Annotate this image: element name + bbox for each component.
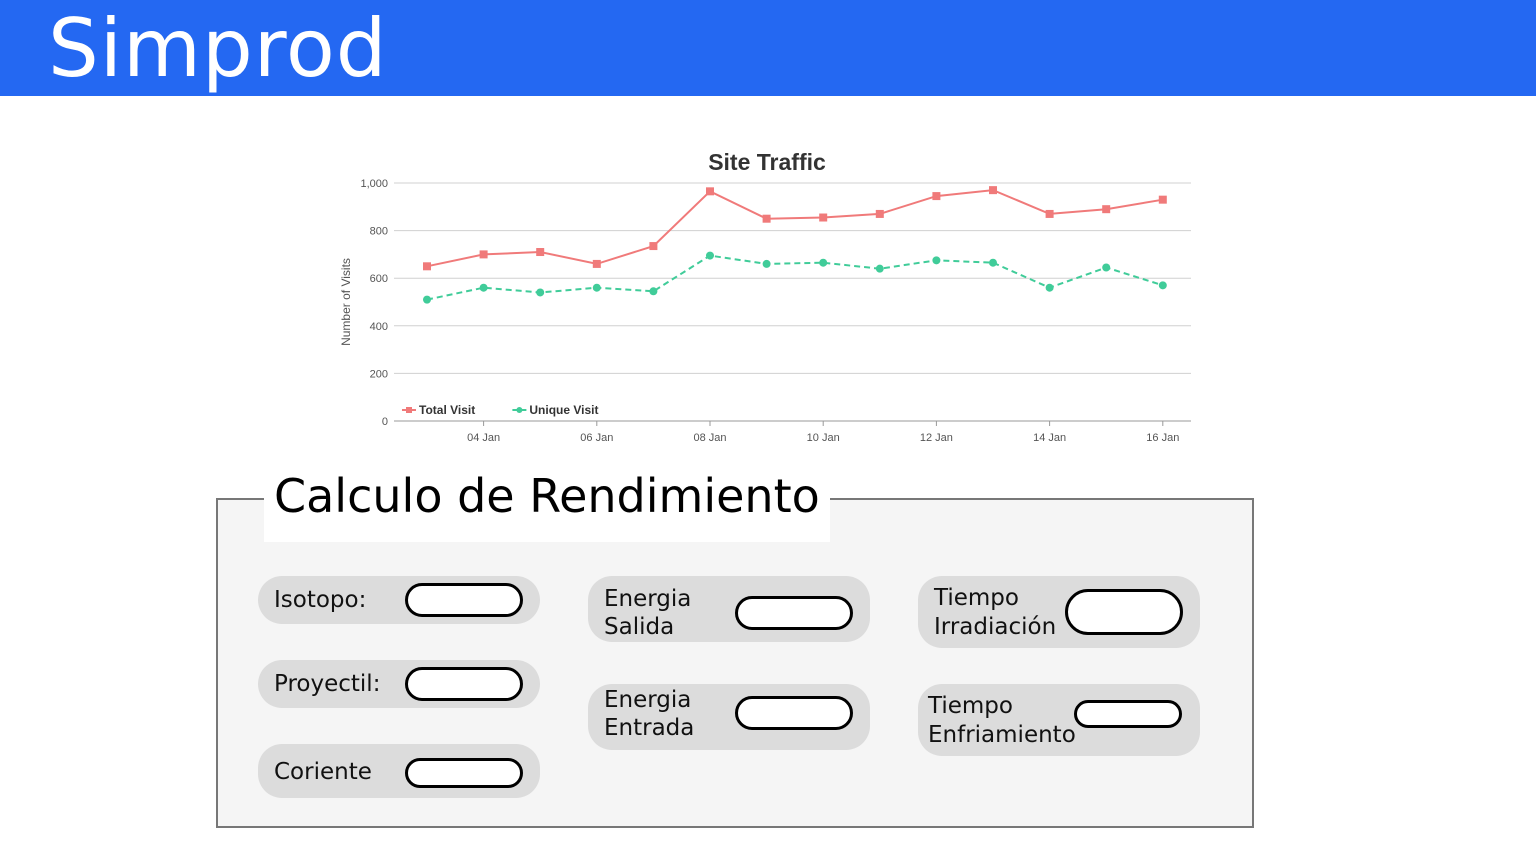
data-point [706, 251, 714, 260]
energia-salida-label-line1: Energia [604, 586, 692, 612]
data-point [479, 283, 488, 292]
data-point [875, 209, 884, 218]
y-tick-label: 400 [370, 321, 388, 333]
tiempo-irradiacion-label-line2: Irradiación [934, 614, 1057, 640]
energia-entrada-label-line1: Energia [604, 687, 692, 713]
data-point [989, 186, 997, 195]
isotopo-field: Isotopo: [258, 576, 540, 624]
proyectil-label: Proyectil: [274, 671, 381, 697]
tiempo-enfriamiento-input[interactable] [1074, 700, 1182, 728]
isotopo-label: Isotopo: [274, 587, 367, 613]
chart-y-axis-label: Number of Visits [339, 258, 353, 346]
data-point [1158, 195, 1167, 204]
y-tick-label: 1,000 [360, 178, 388, 190]
x-tick-label: 10 Jan [807, 432, 840, 444]
proyectil-field: Proyectil: [258, 660, 540, 708]
site-traffic-chart: Site Traffic Number of Visits 0 200 400 600… [330, 140, 1210, 460]
isotopo-input[interactable] [405, 583, 523, 617]
app-title: Simprod [48, 2, 388, 95]
tiempo-irradiacion-input[interactable] [1065, 589, 1183, 635]
energia-salida-label-line2: Salida [604, 614, 675, 640]
data-point [649, 242, 658, 251]
y-tick-label: 0 [382, 416, 388, 428]
energia-entrada-field: Energia Entrada [588, 684, 870, 750]
energia-entrada-label-line2: Entrada [604, 715, 695, 741]
energia-salida-field: Energia Salida [588, 576, 870, 642]
tiempo-irradiacion-label-line1: Tiempo [934, 585, 1019, 611]
data-point [762, 259, 771, 268]
tiempo-enfriamiento-label-line1: Tiempo [928, 693, 1013, 719]
legend-item[interactable]: Unique Visit [529, 403, 598, 417]
data-point [706, 187, 714, 196]
y-tick-label: 200 [370, 368, 388, 380]
tiempo-enfriamiento-label-line2: Enfriamiento [928, 722, 1076, 748]
data-point [1102, 205, 1111, 214]
data-point [423, 295, 431, 304]
x-tick-label: 14 Jan [1033, 432, 1066, 444]
x-tick-label: 04 Jan [467, 432, 500, 444]
data-point [423, 262, 431, 271]
legend-marker [516, 407, 523, 413]
data-point [536, 248, 545, 257]
chart-svg: Site Traffic Number of Visits 0 200 400 600… [339, 149, 1191, 444]
x-tick-label: 12 Jan [920, 432, 953, 444]
coriente-field: Coriente [258, 744, 540, 798]
energia-entrada-input[interactable] [735, 696, 853, 730]
x-tick-label: 08 Jan [693, 432, 726, 444]
data-point [592, 259, 601, 268]
data-point [649, 287, 658, 296]
coriente-input[interactable] [405, 758, 523, 788]
chart-title: Site Traffic [708, 149, 826, 175]
data-point [932, 256, 941, 265]
data-point [1045, 283, 1054, 292]
data-point [536, 288, 545, 297]
data-point [932, 192, 941, 201]
proyectil-input[interactable] [405, 667, 523, 701]
y-tick-label: 800 [370, 226, 388, 238]
panel-title: Calculo de Rendimiento [264, 460, 830, 542]
data-point [762, 214, 771, 223]
data-point [875, 264, 884, 273]
tiempo-irradiacion-field: Tiempo Irradiación [918, 576, 1200, 648]
data-point [1158, 281, 1167, 290]
data-point [1102, 263, 1111, 272]
legend-item[interactable]: Total Visit [419, 403, 475, 417]
data-point [819, 258, 828, 267]
energia-salida-input[interactable] [735, 596, 853, 630]
data-point [819, 213, 828, 222]
y-tick-label: 600 [370, 273, 388, 285]
legend-marker [406, 407, 412, 413]
data-point [1045, 209, 1054, 218]
data-point [989, 258, 997, 267]
x-tick-label: 06 Jan [580, 432, 613, 444]
data-point [592, 283, 601, 292]
app-header: Simprod [0, 0, 1536, 96]
coriente-label: Coriente [274, 759, 372, 785]
x-tick-label: 16 Jan [1146, 432, 1179, 444]
tiempo-enfriamiento-field: Tiempo Enfriamiento [918, 684, 1200, 756]
data-point [479, 250, 488, 259]
